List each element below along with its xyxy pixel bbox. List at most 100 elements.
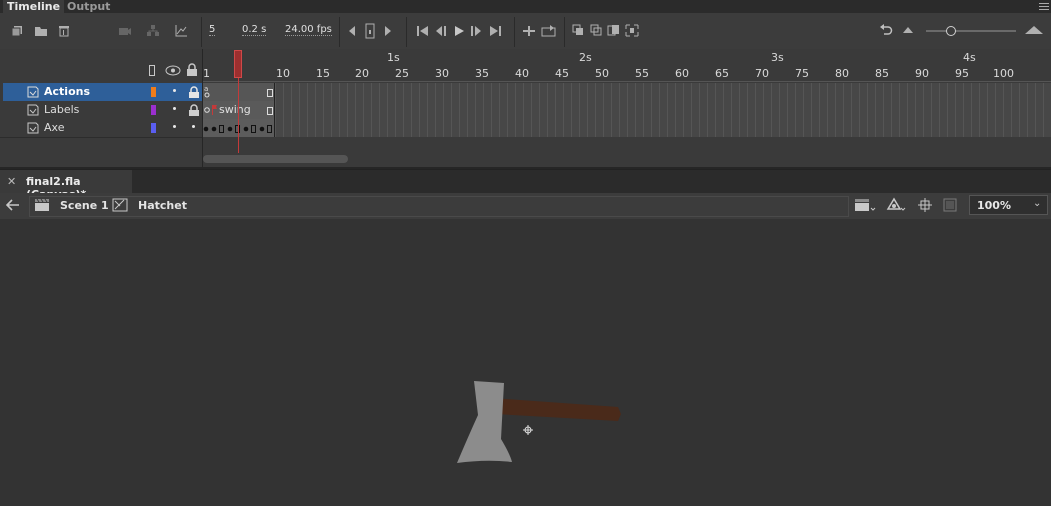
- panel-menu-icon[interactable]: [1039, 1, 1049, 11]
- close-icon[interactable]: ✕: [7, 175, 16, 188]
- first-frame-icon[interactable]: [416, 25, 432, 39]
- edit-symbol-icon[interactable]: [886, 197, 908, 211]
- visibility-dot[interactable]: [173, 89, 176, 92]
- layer-name[interactable]: Labels: [44, 103, 79, 116]
- back-arrow-icon[interactable]: [6, 199, 22, 213]
- hatchet-symbol[interactable]: [440, 369, 640, 469]
- frame-number[interactable]: 60: [675, 67, 689, 80]
- frame-rate[interactable]: 24.00 fps: [285, 24, 332, 36]
- frame-row-labels[interactable]: swing: [203, 101, 1051, 119]
- lock-icon[interactable]: [187, 103, 201, 117]
- onion-skin-outlines-icon[interactable]: [590, 24, 606, 38]
- axe-blade[interactable]: [457, 381, 512, 463]
- prev-frame-icon[interactable]: [434, 25, 450, 39]
- frame-number[interactable]: 65: [715, 67, 729, 80]
- frame-number[interactable]: 70: [755, 67, 769, 80]
- parenting-icon[interactable]: [146, 24, 162, 38]
- layer-row-labels[interactable]: Labels: [3, 101, 202, 119]
- playhead-line[interactable]: [238, 78, 239, 153]
- chevron-down-icon[interactable]: ⌄: [1033, 198, 1041, 209]
- layer-color-swatch[interactable]: [151, 123, 156, 133]
- eye-icon[interactable]: [165, 65, 181, 79]
- layer-name[interactable]: Actions: [44, 85, 90, 98]
- symbol-breadcrumb[interactable]: Hatchet: [138, 199, 187, 212]
- step-back-icon[interactable]: [347, 25, 363, 39]
- current-time[interactable]: 0.2 s: [242, 24, 267, 36]
- playhead-icon[interactable]: [364, 23, 380, 39]
- lock-icon[interactable]: [187, 85, 201, 99]
- stage-canvas[interactable]: [0, 219, 1051, 506]
- frame-number[interactable]: 95: [955, 67, 969, 80]
- layer-color-swatch[interactable]: [151, 87, 156, 97]
- frame-number[interactable]: 20: [355, 67, 369, 80]
- frame-number[interactable]: 45: [555, 67, 569, 80]
- zoom-out-icon[interactable]: [902, 25, 918, 39]
- visibility-dot[interactable]: [173, 107, 176, 110]
- next-frame-icon[interactable]: [470, 25, 486, 39]
- tab-output[interactable]: Output: [63, 0, 114, 13]
- delete-icon[interactable]: [58, 24, 74, 38]
- zoom-slider-handle[interactable]: [946, 26, 956, 36]
- current-frame[interactable]: 5: [209, 24, 216, 36]
- end-frame-marker: [267, 89, 273, 97]
- frame-number[interactable]: 55: [635, 67, 649, 80]
- symbol-icon[interactable]: [112, 198, 130, 212]
- camera-icon[interactable]: [118, 25, 134, 39]
- frame-number[interactable]: 90: [915, 67, 929, 80]
- insert-keyframe-icon[interactable]: [522, 25, 538, 39]
- scene-clapper-icon[interactable]: [34, 198, 52, 212]
- frame-number[interactable]: 80: [835, 67, 849, 80]
- edit-scene-icon[interactable]: [854, 198, 876, 212]
- frame-number[interactable]: 50: [595, 67, 609, 80]
- new-layer-icon[interactable]: [11, 25, 27, 39]
- play-icon[interactable]: [453, 25, 469, 39]
- frame-row-actions[interactable]: a: [203, 83, 1051, 101]
- new-folder-icon[interactable]: [34, 25, 50, 39]
- scene-breadcrumb[interactable]: Scene 1: [60, 199, 109, 212]
- edit-multiple-frames-icon[interactable]: [607, 24, 623, 38]
- layer-color-swatch[interactable]: [151, 105, 156, 115]
- frame-row-axe[interactable]: [203, 119, 1051, 137]
- timeline-horizontal-scrollbar[interactable]: [203, 155, 348, 163]
- frame-number[interactable]: 25: [395, 67, 409, 80]
- lock-header-icon[interactable]: [186, 63, 198, 79]
- frame-number[interactable]: 100: [993, 67, 1014, 80]
- onion-skin-icon[interactable]: [572, 24, 588, 38]
- seconds-label: 4s: [963, 51, 976, 64]
- undo-icon[interactable]: [879, 24, 895, 38]
- lock-dot[interactable]: [192, 125, 195, 128]
- frame-number[interactable]: 1: [203, 67, 210, 80]
- graph-icon[interactable]: [174, 24, 190, 38]
- center-stage-icon[interactable]: [917, 197, 933, 212]
- visibility-dot[interactable]: [173, 125, 176, 128]
- svg-text:a: a: [204, 85, 208, 93]
- document-tab-bar: ✕ final2.fla (Canvas)*: [0, 169, 1051, 201]
- frame-number[interactable]: 35: [475, 67, 489, 80]
- frame-label: swing: [219, 103, 251, 116]
- frame-number[interactable]: 30: [435, 67, 449, 80]
- loop-icon[interactable]: [541, 24, 557, 38]
- frame-span[interactable]: [203, 83, 275, 101]
- clip-stage-icon[interactable]: [942, 197, 958, 212]
- modify-markers-icon[interactable]: [625, 24, 641, 38]
- zoom-in-icon[interactable]: [1024, 24, 1044, 38]
- outline-toggle-icon[interactable]: [149, 65, 155, 79]
- frame-number[interactable]: 40: [515, 67, 529, 80]
- tab-timeline[interactable]: Timeline: [3, 0, 65, 13]
- zoom-slider-track[interactable]: [926, 30, 1016, 32]
- layer-icon: [27, 104, 39, 116]
- zoom-value[interactable]: 100%: [977, 199, 1011, 212]
- layer-row-axe[interactable]: Axe: [3, 119, 202, 137]
- frame-number[interactable]: 15: [316, 67, 330, 80]
- playhead-marker[interactable]: [234, 50, 242, 78]
- frame-number[interactable]: 10: [276, 67, 290, 80]
- last-frame-icon[interactable]: [489, 25, 505, 39]
- zoom-dropdown[interactable]: 100% ⌄: [969, 195, 1048, 215]
- document-tab[interactable]: ✕ final2.fla (Canvas)*: [0, 170, 132, 201]
- layer-row-actions[interactable]: Actions: [3, 83, 202, 101]
- step-forward-icon[interactable]: [383, 25, 399, 39]
- end-frame-marker: [267, 107, 273, 115]
- frame-number[interactable]: 85: [875, 67, 889, 80]
- layer-name[interactable]: Axe: [44, 121, 64, 134]
- frame-number[interactable]: 75: [795, 67, 809, 80]
